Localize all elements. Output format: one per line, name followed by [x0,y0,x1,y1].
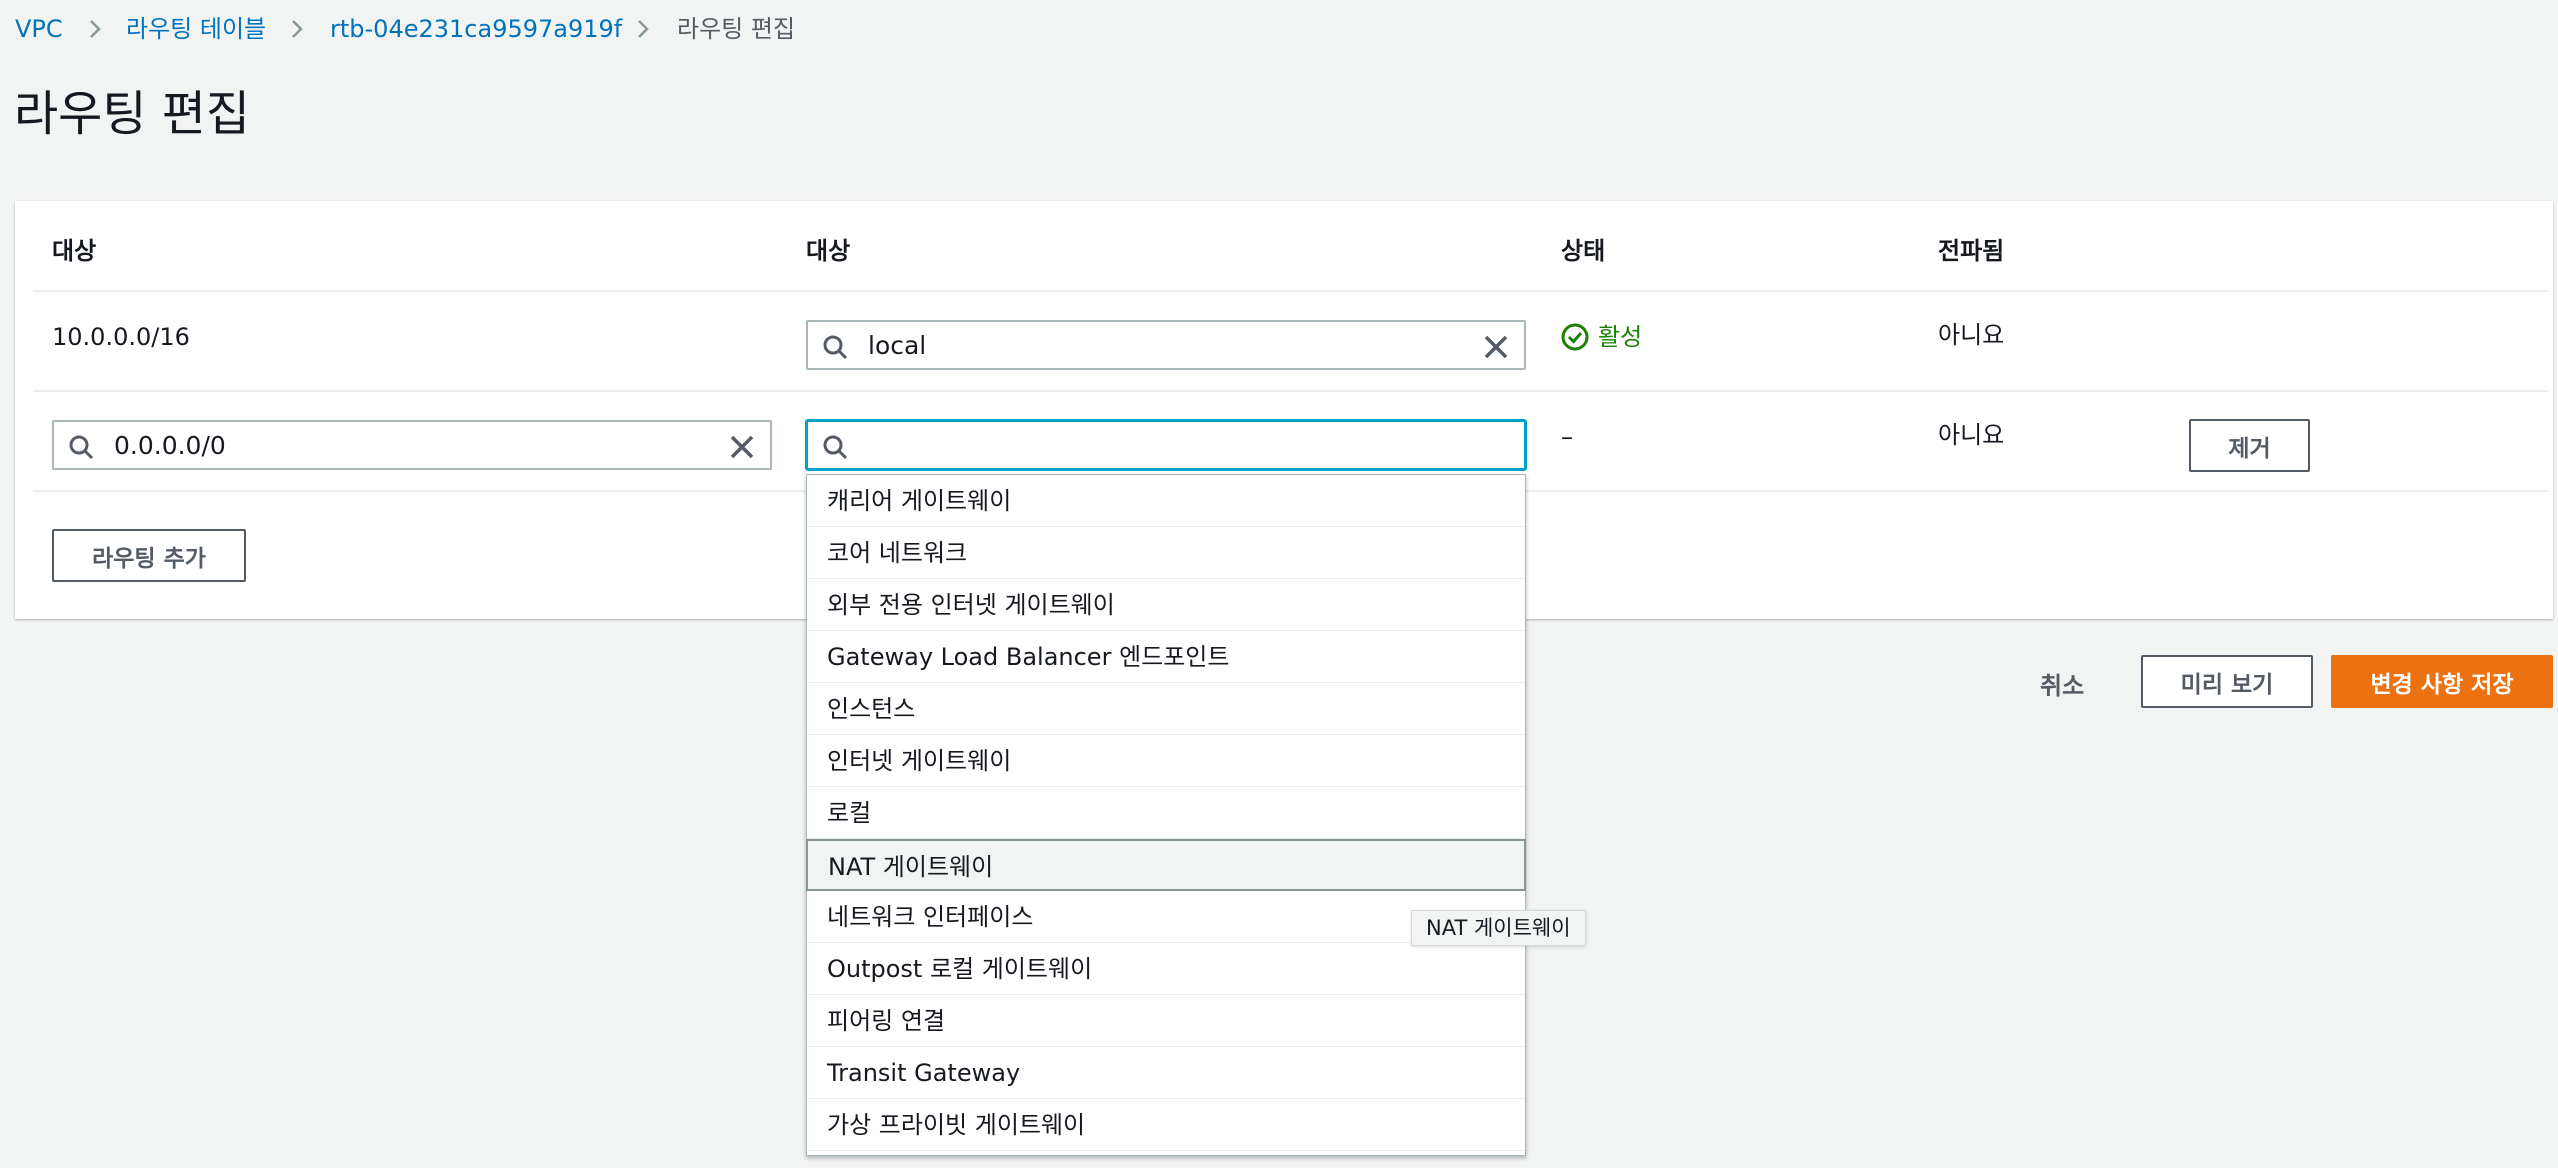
route-destination-text: 10.0.0.0/16 [52,323,190,351]
status-text: – [1561,423,1573,451]
target-input-value: local [868,331,927,360]
chevron-right-icon [632,18,654,40]
check-circle-icon [1561,323,1589,351]
target-input-local[interactable]: local [806,320,1526,370]
search-icon [822,334,848,360]
column-header-target: 대상 [806,237,851,265]
target-input[interactable] [806,420,1526,470]
dropdown-option[interactable]: Gateway Load Balancer 엔드포인트 [807,631,1525,683]
column-header-propagated: 전파됨 [1938,237,2005,265]
preview-button[interactable]: 미리 보기 [2141,655,2313,708]
divider [33,390,2548,392]
dropdown-option[interactable]: 가상 프라이빗 게이트웨이 [807,1099,1525,1151]
breadcrumb-vpc[interactable]: VPC [15,14,63,44]
divider [33,290,2548,292]
cancel-button[interactable]: 취소 [2040,666,2084,701]
propagated-text: 아니요 [1938,321,2005,349]
search-icon [822,434,848,460]
dropdown-option[interactable]: Outpost 로컬 게이트웨이 [807,943,1525,995]
close-icon[interactable] [1482,333,1510,361]
dropdown-option[interactable]: 로컬 [807,787,1525,839]
breadcrumb-route-tables[interactable]: 라우팅 테이블 [126,14,266,44]
target-dropdown-menu: 캐리어 게이트웨이 코어 네트워크 외부 전용 인터넷 게이트웨이 Gateway L… [806,474,1526,1156]
dropdown-option[interactable]: NAT 게이트웨이 [806,839,1526,891]
tooltip: NAT 게이트웨이 [1411,910,1586,946]
save-changes-button[interactable]: 변경 사항 저장 [2331,655,2553,708]
remove-button[interactable]: 제거 [2189,419,2310,472]
dropdown-option[interactable]: 코어 네트워크 [807,527,1525,579]
dropdown-option[interactable]: 인스턴스 [807,683,1525,735]
page-title: 라우팅 편집 [14,86,251,142]
dropdown-option[interactable]: 캐리어 게이트웨이 [807,475,1525,527]
chevron-right-icon [286,18,308,40]
dropdown-option[interactable]: 외부 전용 인터넷 게이트웨이 [807,579,1525,631]
chevron-right-icon [84,18,106,40]
add-route-button[interactable]: 라우팅 추가 [52,529,246,582]
column-header-status: 상태 [1561,237,1606,265]
dropdown-option[interactable]: 피어링 연결 [807,995,1525,1047]
close-icon[interactable] [728,433,756,461]
destination-input-value: 0.0.0.0/0 [114,431,226,460]
search-icon [68,434,94,460]
breadcrumb-route-table-id[interactable]: rtb-04e231ca9597a919f [330,14,622,44]
dropdown-option[interactable]: Transit Gateway [807,1047,1525,1099]
propagated-text: 아니요 [1938,421,2005,449]
column-header-destination: 대상 [52,237,97,265]
breadcrumb-current: 라우팅 편집 [677,15,796,43]
dropdown-option[interactable]: 인터넷 게이트웨이 [807,735,1525,787]
destination-input[interactable]: 0.0.0.0/0 [52,420,772,470]
